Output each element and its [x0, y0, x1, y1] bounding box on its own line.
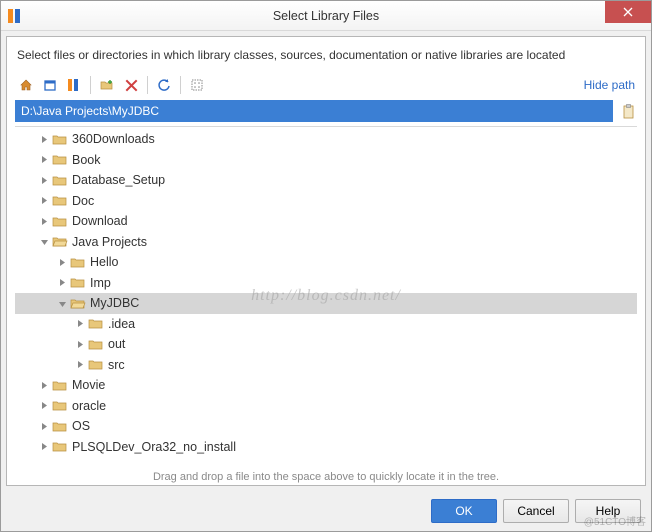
tree-node-label: Download: [72, 214, 128, 228]
expand-arrow-icon[interactable]: [55, 296, 69, 310]
file-tree[interactable]: 360Downloads Book Database_Setup Doc Downloa…: [15, 127, 637, 457]
tree-node-label: OS: [72, 419, 90, 433]
folder-icon: [88, 337, 104, 351]
tree-node[interactable]: out: [15, 334, 637, 355]
expand-arrow-icon[interactable]: [55, 255, 69, 269]
folder-icon: [70, 276, 86, 290]
folder-icon: [88, 317, 104, 331]
hide-path-link[interactable]: Hide path: [584, 78, 637, 92]
tree-node-label: Database_Setup: [72, 173, 165, 187]
help-button[interactable]: Help: [575, 499, 641, 523]
tree-node-label: out: [108, 337, 125, 351]
tree-node[interactable]: oracle: [15, 396, 637, 417]
folder-icon: [88, 358, 104, 372]
ok-button[interactable]: OK: [431, 499, 497, 523]
toolbar: Hide path: [7, 72, 645, 100]
expand-arrow-icon[interactable]: [37, 440, 51, 454]
tree-node[interactable]: src: [15, 355, 637, 376]
folder-icon: [52, 132, 68, 146]
tree-node-label: src: [108, 358, 125, 372]
tree-node-label: Hello: [90, 255, 119, 269]
expand-arrow-icon[interactable]: [37, 399, 51, 413]
new-folder-icon[interactable]: [96, 74, 118, 96]
folder-icon: [52, 194, 68, 208]
tree-node[interactable]: Download: [15, 211, 637, 232]
home-icon[interactable]: [15, 74, 37, 96]
delete-icon[interactable]: [120, 74, 142, 96]
expand-arrow-icon[interactable]: [37, 378, 51, 392]
expand-arrow-icon[interactable]: [37, 235, 51, 249]
hint-text: Drag and drop a file into the space abov…: [7, 467, 645, 485]
tree-node-label: .idea: [108, 317, 135, 331]
tree-node[interactable]: Database_Setup: [15, 170, 637, 191]
toolbar-separator: [180, 76, 181, 94]
path-input[interactable]: [15, 100, 613, 122]
folder-icon: [52, 235, 68, 249]
folder-icon: [52, 153, 68, 167]
tree-node-label: MyJDBC: [90, 296, 139, 310]
tree-node-label: Doc: [72, 194, 94, 208]
folder-icon: [52, 378, 68, 392]
folder-icon: [52, 399, 68, 413]
expand-arrow-icon[interactable]: [73, 317, 87, 331]
folder-icon: [52, 440, 68, 454]
expand-arrow-icon[interactable]: [55, 276, 69, 290]
app-icon: [1, 2, 29, 30]
dialog-body: Select files or directories in which lib…: [6, 36, 646, 486]
instruction-text: Select files or directories in which lib…: [7, 37, 645, 72]
folder-icon: [52, 173, 68, 187]
tree-node[interactable]: Imp: [15, 273, 637, 294]
expand-arrow-icon[interactable]: [37, 173, 51, 187]
tree-container: 360Downloads Book Database_Setup Doc Downloa…: [15, 126, 637, 467]
folder-icon: [52, 214, 68, 228]
tree-node[interactable]: Movie: [15, 375, 637, 396]
history-icon[interactable]: [619, 100, 637, 122]
expand-arrow-icon[interactable]: [37, 419, 51, 433]
expand-arrow-icon[interactable]: [37, 214, 51, 228]
refresh-icon[interactable]: [153, 74, 175, 96]
tree-node-label: 360Downloads: [72, 132, 155, 146]
dialog-window: Select Library Files Select files or dir…: [0, 0, 652, 532]
expand-arrow-icon[interactable]: [73, 337, 87, 351]
tree-node[interactable]: Book: [15, 150, 637, 171]
tree-node-label: Book: [72, 153, 101, 167]
tree-node[interactable]: Doc: [15, 191, 637, 212]
folder-icon: [70, 296, 86, 310]
tree-node[interactable]: MyJDBC: [15, 293, 637, 314]
path-row: [7, 100, 645, 126]
tree-node-label: Movie: [72, 378, 105, 392]
button-bar: OK Cancel Help: [1, 491, 651, 531]
tree-node-label: PLSQLDev_Ora32_no_install: [72, 440, 236, 454]
titlebar: Select Library Files: [1, 1, 651, 31]
folder-icon: [70, 255, 86, 269]
expand-arrow-icon[interactable]: [73, 358, 87, 372]
tree-node[interactable]: PLSQLDev_Ora32_no_install: [15, 437, 637, 458]
expand-arrow-icon[interactable]: [37, 153, 51, 167]
cancel-button[interactable]: Cancel: [503, 499, 569, 523]
tree-node[interactable]: OS: [15, 416, 637, 437]
tree-node-label: oracle: [72, 399, 106, 413]
tree-node[interactable]: .idea: [15, 314, 637, 335]
close-button[interactable]: [605, 1, 651, 23]
dialog-title: Select Library Files: [1, 9, 651, 23]
show-hidden-icon[interactable]: [186, 74, 208, 96]
tree-node-label: Imp: [90, 276, 111, 290]
toolbar-separator: [90, 76, 91, 94]
tree-node[interactable]: Hello: [15, 252, 637, 273]
tree-node[interactable]: Java Projects: [15, 232, 637, 253]
toolbar-separator: [147, 76, 148, 94]
folder-icon: [52, 419, 68, 433]
tree-node-label: Java Projects: [72, 235, 147, 249]
project-icon[interactable]: [39, 74, 61, 96]
tree-node[interactable]: 360Downloads: [15, 129, 637, 150]
expand-arrow-icon[interactable]: [37, 194, 51, 208]
expand-arrow-icon[interactable]: [37, 132, 51, 146]
module-icon[interactable]: [63, 74, 85, 96]
